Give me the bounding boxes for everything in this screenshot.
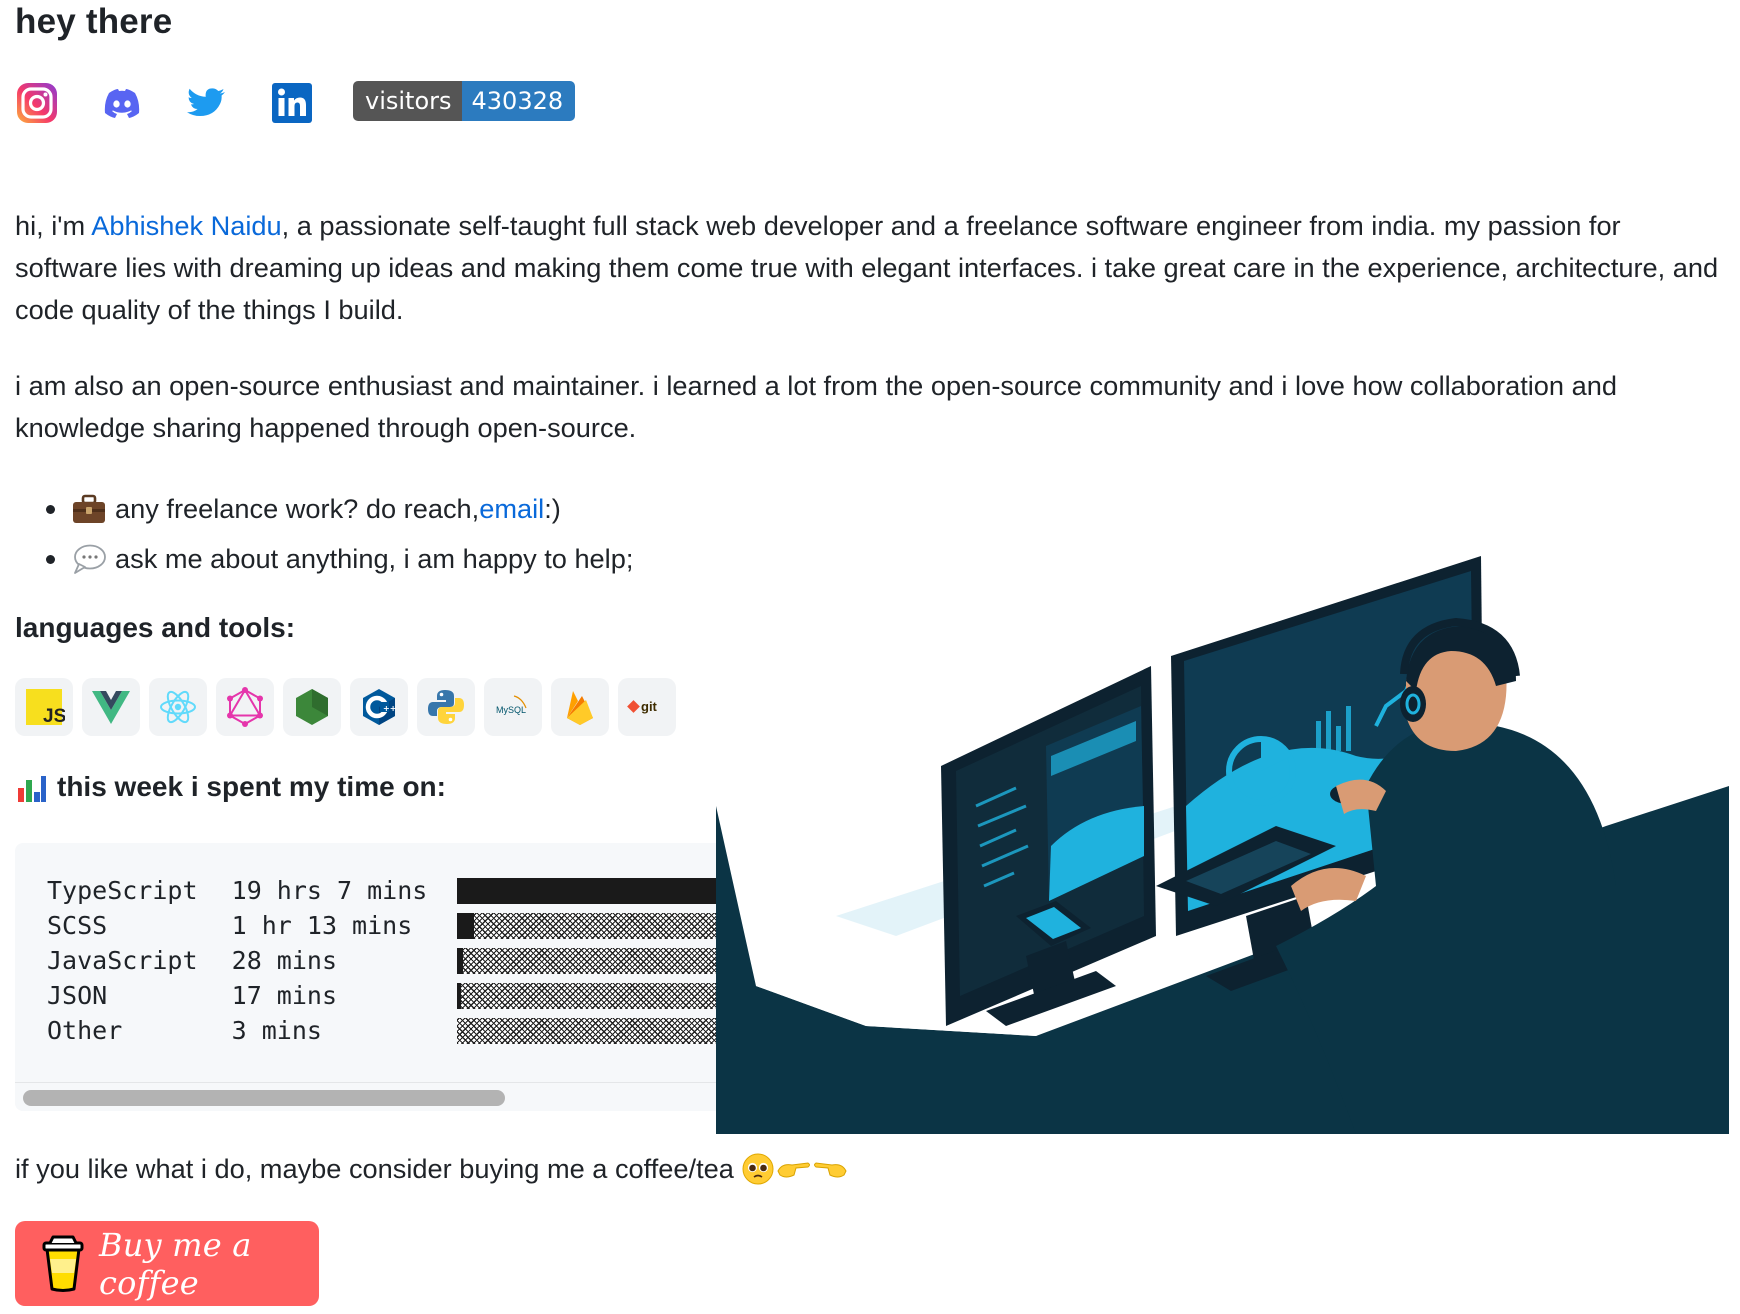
stats-bar-cell [457,908,717,943]
horizontal-scrollbar[interactable] [15,1082,717,1111]
firebase-icon [567,691,593,725]
git-text: git [641,699,658,714]
javascript-icon: JS [26,689,65,727]
stats-language: Other [47,1016,123,1045]
tool-firebase[interactable] [551,678,609,736]
bar-chart-icon [16,772,46,803]
stats-progress-bar [457,1017,717,1044]
stats-bar-cell [457,1013,717,1048]
pleading-face-icon [742,1153,848,1185]
mysql-text: MySQL [496,705,526,715]
help-text: ask me about anything, i am happy to hel… [115,543,634,574]
tool-python[interactable] [417,678,475,736]
page-title: hey there [15,2,173,41]
buy-me-a-coffee-label: Buy me a coffee [99,1225,252,1302]
stats-row: JSON 17 mins [47,978,717,1013]
stats-row: JavaScript 28 mins [47,943,717,978]
email-link[interactable]: email [479,493,544,525]
developer-illustration [716,556,1729,1134]
buy-me-a-coffee-button[interactable]: Buy me a coffee [15,1221,319,1306]
readme-page: hey there visitors 430328 hi, i'm Abhish… [0,0,1740,1314]
intro-paragraph: hi, i'm Abhishek Naidu, a passionate sel… [15,205,1725,331]
instagram-icon [17,83,57,123]
mysql-icon: MySQL [496,695,527,715]
coffee-paragraph: if you like what i do, maybe consider bu… [15,1148,1215,1190]
coffee-text: if you like what i do, maybe consider bu… [15,1153,734,1184]
instagram-link[interactable] [15,81,59,125]
week-heading: this week i spent my time on: [15,770,446,804]
stats-bar-cell [457,873,717,908]
stats-language: JavaScript [47,946,198,975]
stats-language: TypeScript [47,876,198,905]
languages-heading: languages and tools: [15,612,296,643]
tool-javascript[interactable]: JS [15,678,73,736]
graphql-icon [227,687,263,727]
stats-row: SCSS 1 hr 13 mins [47,908,717,943]
visitors-badge[interactable]: visitors 430328 [353,81,576,121]
svg-text:JS: JS [43,706,65,727]
stats-time: 28 mins [231,946,337,975]
stats-bar-cell [457,978,717,1013]
visitors-badge-label: visitors [353,81,462,121]
stats-time: 3 mins [231,1016,322,1045]
speech-bubble-icon [71,543,107,575]
tool-nodejs[interactable] [283,678,341,736]
tool-git[interactable]: git [618,678,676,736]
developer-at-desk-image [716,556,1729,1134]
svg-text:++: ++ [383,704,396,713]
scrollbar-thumb[interactable] [23,1090,505,1106]
intro-prefix: hi, i'm [15,210,92,241]
list-item: any freelance work? do reach, email :) [15,484,633,534]
react-icon [160,690,196,724]
stats-row: TypeScript 19 hrs 7 mins [47,873,717,908]
open-source-paragraph: i am also an open-source enthusiast and … [15,370,1617,443]
coffee-cup-icon [41,1235,85,1293]
nodejs-icon [296,689,328,725]
freelance-text: any freelance work? do reach, [115,493,480,524]
briefcase-icon [71,493,107,525]
cplusplus-icon: ++ [363,689,396,725]
social-links [15,80,355,126]
wakatime-stats: TypeScript 19 hrs 7 mins SCSS 1 hr 13 mins J… [15,843,717,1111]
stats-table: TypeScript 19 hrs 7 mins SCSS 1 hr 13 mins J… [47,873,717,1048]
tool-vue[interactable] [82,678,140,736]
list-item: ask me about anything, i am happy to hel… [15,534,633,584]
stats-progress-fill [457,912,474,939]
tool-graphql[interactable] [216,678,274,736]
vue-icon [92,691,130,724]
tool-mysql[interactable]: MySQL [484,678,542,736]
stats-progress-fill [457,982,461,1009]
tools-list: JS ++ MySQL git [15,678,685,736]
stats-language: SCSS [47,911,108,940]
python-icon [428,690,464,724]
twitter-icon [187,88,225,116]
stats-progress-bar [457,982,717,1009]
stats-time: 1 hr 13 mins [231,911,413,940]
freelance-text-end: :) [544,493,561,524]
stats-progress-bar [457,947,717,974]
stats-language: JSON [47,981,108,1010]
stats-bar-cell [457,943,717,978]
stats-row: Other 3 mins [47,1013,717,1048]
stats-progress-fill [457,877,717,904]
stats-progress-fill [457,947,464,974]
linkedin-link[interactable] [270,81,314,125]
tool-react[interactable] [149,678,207,736]
stats-progress-bar [457,912,717,939]
twitter-link[interactable] [185,81,229,125]
discord-link[interactable] [100,81,144,125]
visitors-badge-count: 430328 [461,81,576,121]
stats-time: 17 mins [231,981,337,1010]
stats-progress-bar [457,877,717,904]
discord-icon [104,89,140,118]
week-heading-text: this week i spent my time on: [57,771,446,802]
git-icon: git [627,699,658,714]
contact-list: any freelance work? do reach, email :) a… [15,484,633,584]
linkedin-icon [272,83,312,123]
author-name-link[interactable]: Abhishek Naidu [91,210,281,241]
stats-time: 19 hrs 7 mins [231,876,428,905]
tool-cplusplus[interactable]: ++ [350,678,408,736]
